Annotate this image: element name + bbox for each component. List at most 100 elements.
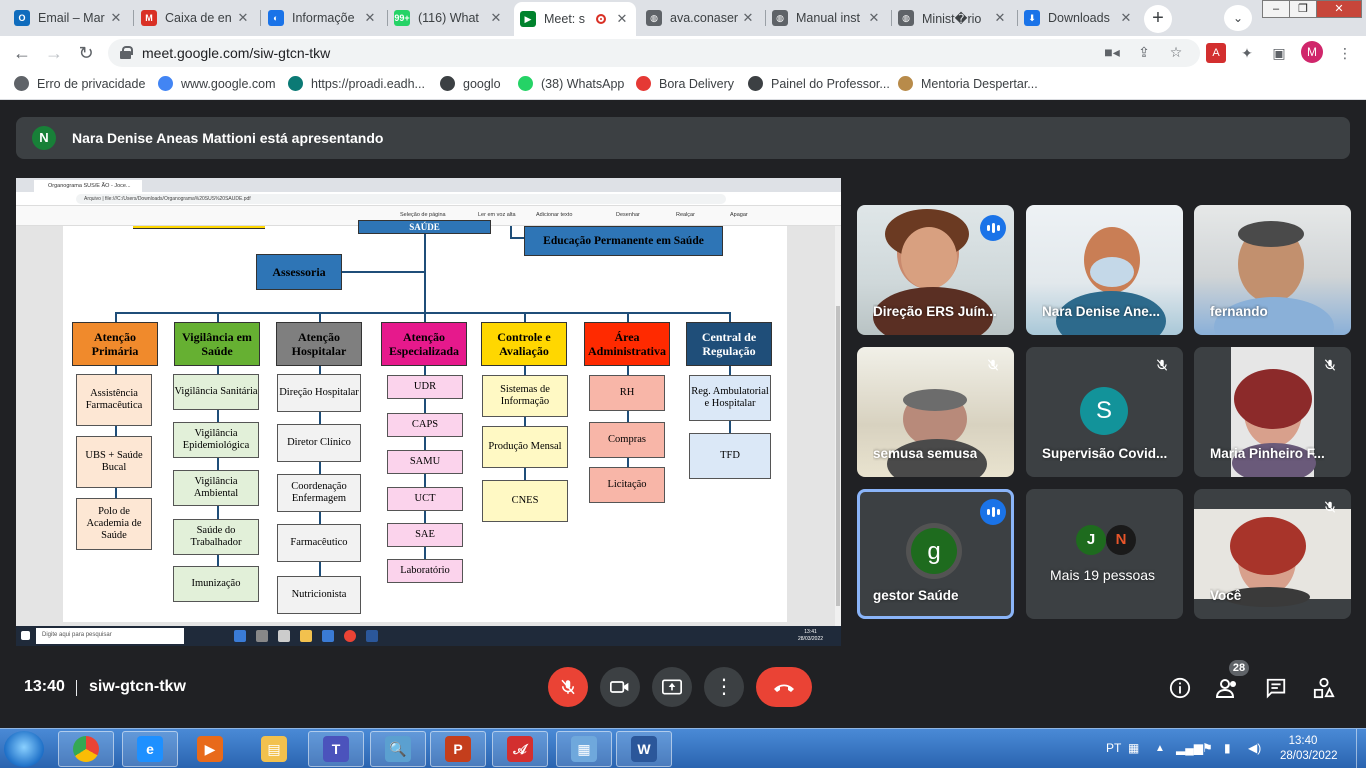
side-panel-icon[interactable]: ▣ — [1269, 43, 1289, 63]
browser-tab[interactable]: M Caixa de en ✕ — [135, 4, 257, 32]
participant-tile[interactable]: S Supervisão Covid... — [1026, 347, 1183, 477]
taskbar-app[interactable]: ▤ — [246, 731, 302, 767]
activities-button[interactable] — [1312, 677, 1336, 701]
browser-tab[interactable]: ▶ Meet: s ✕ — [514, 2, 636, 36]
share-icon[interactable]: ⇪ — [1134, 44, 1154, 62]
participant-tile[interactable]: fernando — [1194, 205, 1351, 335]
browser-tab[interactable]: ◍ Manual inst ✕ — [766, 4, 888, 32]
mini-avatar: J — [1076, 525, 1106, 555]
leave-call-button[interactable] — [756, 667, 812, 707]
bookmark-item[interactable]: Mentoria Despertar... — [898, 76, 1038, 91]
bookmark-item[interactable]: (38) WhatsApp — [518, 76, 624, 91]
camera-toggle-button[interactable] — [600, 667, 640, 707]
bookmark-item[interactable]: Painel do Professor... — [748, 76, 890, 91]
browser-tab-title: Downloads — [1048, 11, 1110, 25]
taskbar-app[interactable]: 𝒜 — [492, 731, 548, 767]
microphone-off-button[interactable] — [548, 667, 588, 707]
minimize-window-button[interactable]: – — [1262, 0, 1290, 18]
bookmark-item[interactable]: www.google.com — [158, 76, 276, 91]
shared-chrome-icon — [344, 630, 356, 642]
bookmark-item[interactable]: Erro de privacidade — [14, 76, 145, 91]
participant-tile[interactable]: Direção ERS Juín... — [857, 205, 1014, 335]
browser-tab[interactable]: ◍ Minist�rio ✕ — [892, 4, 1014, 32]
bookmark-item[interactable]: Bora Delivery — [636, 76, 734, 91]
keyboard-icon[interactable]: ▦ — [1128, 741, 1139, 755]
taskbar-app[interactable]: e — [122, 731, 178, 767]
org-unit-box: Sistemas de Informação — [482, 375, 568, 417]
pdf-tool-label: Apagar — [730, 212, 748, 218]
taskbar-app[interactable]: T — [308, 731, 364, 767]
close-window-button[interactable]: ✕ — [1316, 0, 1362, 18]
presenter-banner: N Nara Denise Aneas Mattioni está aprese… — [16, 117, 1350, 159]
lock-icon[interactable] — [120, 46, 133, 59]
chrome-menu-icon[interactable]: ⋮ — [1335, 43, 1355, 63]
language-indicator[interactable]: PT — [1106, 741, 1121, 755]
forward-button[interactable]: → — [42, 41, 66, 65]
taskbar-app[interactable]: P — [430, 731, 486, 767]
people-button[interactable] — [1215, 677, 1240, 701]
show-hidden-icons-icon[interactable]: ▲ — [1155, 743, 1165, 754]
taskbar-app[interactable]: 🔍 — [370, 731, 426, 767]
close-tab-icon[interactable]: ✕ — [1118, 10, 1134, 26]
taskbar-app[interactable]: ▦ — [556, 731, 612, 767]
profile-avatar[interactable]: M — [1301, 41, 1323, 63]
taskbar-app[interactable]: ▶ — [182, 731, 238, 767]
participant-tile[interactable]: J N Mais 19 pessoas — [1026, 489, 1183, 619]
participant-tile[interactable]: g gestor Saúde — [857, 489, 1014, 619]
browser-tab[interactable]: ⬇ Downloads ✕ — [1018, 4, 1140, 32]
browser-tab[interactable]: ◐ Informaçõe ✕ — [262, 4, 384, 32]
participant-tile[interactable]: Maria Pinheiro F... — [1194, 347, 1351, 477]
org-unit-box: RH — [589, 375, 665, 411]
taskbar-app[interactable]: W — [616, 731, 672, 767]
taskbar-app[interactable] — [58, 731, 114, 767]
org-chart-page: SAÚDE Assessoria Educação Permanente em Sa… — [63, 220, 787, 622]
meeting-info-button[interactable] — [1168, 677, 1192, 701]
camera-icon[interactable]: ■◂ — [1102, 44, 1122, 62]
participant-tile[interactable]: Você — [1194, 489, 1351, 619]
close-tab-icon[interactable]: ✕ — [992, 10, 1008, 26]
windows-start-button[interactable] — [4, 731, 44, 767]
chat-button[interactable] — [1264, 677, 1288, 701]
globe-icon: ◍ — [772, 10, 788, 26]
acrobat-extension-icon[interactable]: A — [1206, 43, 1226, 63]
network-signal-icon[interactable]: ▂▄▆ — [1176, 741, 1203, 755]
browser-tab[interactable]: ◍ ava.conaser ✕ — [640, 4, 762, 32]
close-tab-icon[interactable]: ✕ — [740, 10, 756, 26]
extensions-puzzle-icon[interactable]: ✦ — [1237, 43, 1257, 63]
muted-mic-icon — [982, 357, 1004, 379]
bookmark-label: googlo — [463, 76, 501, 91]
present-screen-button[interactable] — [652, 667, 692, 707]
show-desktop-button[interactable] — [1356, 729, 1366, 768]
org-unit-box: TFD — [689, 433, 771, 479]
close-tab-icon[interactable]: ✕ — [488, 10, 504, 26]
close-tab-icon[interactable]: ✕ — [614, 11, 630, 27]
bookmark-star-icon[interactable]: ☆ — [1166, 44, 1186, 62]
url-text[interactable]: meet.google.com/siw-gtcn-tkw — [142, 45, 330, 61]
close-tab-icon[interactable]: ✕ — [362, 10, 378, 26]
new-tab-button[interactable]: + — [1144, 5, 1172, 33]
org-department-box: Atenção Primária — [72, 322, 158, 366]
back-button[interactable]: ← — [10, 41, 34, 65]
browser-tab[interactable]: 99+ (116) What ✕ — [388, 4, 510, 32]
address-bar[interactable]: meet.google.com/siw-gtcn-tkw ■◂ ⇪ ☆ — [108, 39, 1200, 67]
close-tab-icon[interactable]: ✕ — [866, 10, 882, 26]
org-assessoria-box: Assessoria — [256, 254, 342, 290]
participant-tile[interactable]: Nara Denise Ane... — [1026, 205, 1183, 335]
participant-avatar: S — [1080, 387, 1128, 435]
flag-icon[interactable]: ⚑ — [1202, 741, 1213, 755]
close-tab-icon[interactable]: ✕ — [108, 10, 124, 26]
org-top-box: SAÚDE — [358, 220, 491, 234]
participant-tile[interactable]: semusa semusa — [857, 347, 1014, 477]
tab-search-button[interactable]: ⌄ — [1224, 5, 1252, 31]
browser-tab[interactable]: O Email – Mar ✕ — [8, 4, 130, 32]
taskbar-clock[interactable]: 13:40 28/03/2022 — [1280, 734, 1338, 764]
reload-button[interactable]: ↻ — [74, 41, 98, 65]
close-tab-icon[interactable]: ✕ — [235, 10, 251, 26]
org-department-box: Atenção Especializada — [381, 322, 467, 366]
more-options-button[interactable]: ⋮ — [704, 667, 744, 707]
bookmark-item[interactable]: googlo — [440, 76, 501, 91]
maximize-window-button[interactable]: ❐ — [1289, 0, 1317, 18]
battery-icon[interactable]: ▮ — [1224, 741, 1231, 755]
bookmark-item[interactable]: https://proadi.eadh... — [288, 76, 425, 91]
volume-icon[interactable]: ◀) — [1248, 741, 1261, 755]
